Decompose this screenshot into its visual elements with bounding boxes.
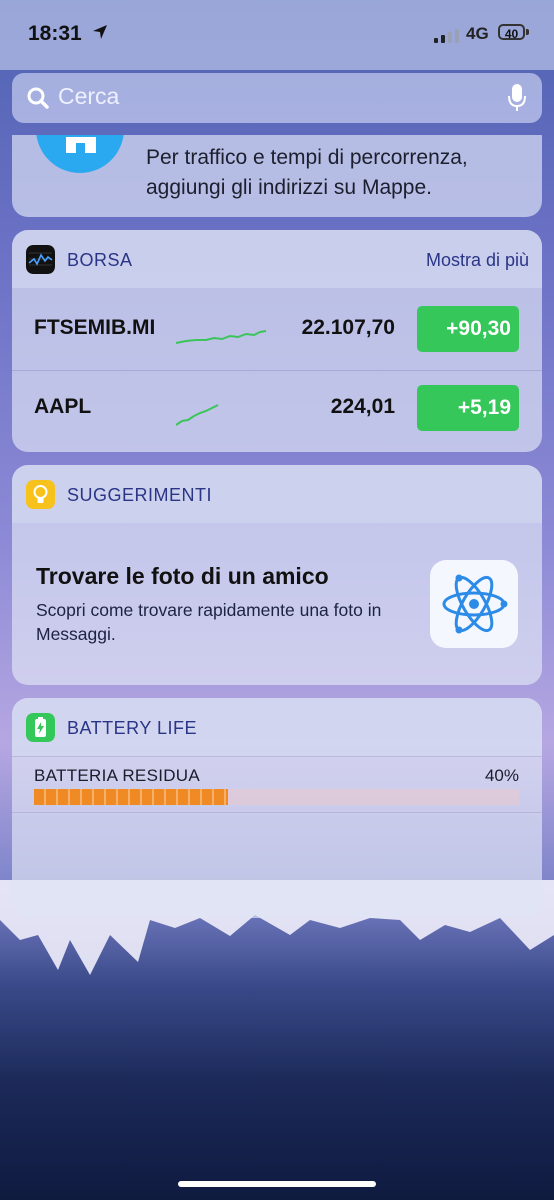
location-arrow-icon (93, 25, 107, 39)
maps-message: Per traffico e tempi di percorrenza, agg… (146, 146, 468, 199)
stock-change-badge[interactable]: +5,19 (417, 385, 519, 431)
lightbulb-icon (26, 480, 55, 509)
battery-progress-fill (34, 789, 228, 805)
battery-indicator: 40 (498, 24, 525, 41)
home-indicator[interactable] (178, 1181, 376, 1187)
stock-row-aapl[interactable]: AAPL 224,01 +5,19 (12, 371, 542, 449)
show-more-link[interactable]: Mostra di più (426, 250, 529, 271)
stock-price: 22.107,70 (301, 316, 395, 339)
search-input[interactable]: Cerca (58, 83, 119, 110)
stock-sparkline (176, 404, 219, 426)
stocks-header: BORSA Mostra di più (12, 230, 542, 288)
battery-life-widget[interactable]: BATTERY LIFE BATTERIA RESIDUA 40% (12, 698, 542, 918)
signal-bars-icon (434, 29, 459, 43)
battery-app-icon (26, 713, 55, 742)
status-bar: 18:31 4G 40 (0, 0, 554, 70)
battery-nub (526, 29, 529, 35)
microphone-icon[interactable] (508, 84, 526, 112)
tip-heading: Trovare le foto di un amico (36, 563, 329, 589)
stock-change-badge[interactable]: +90,30 (417, 306, 519, 352)
search-bar[interactable]: Cerca (12, 73, 542, 123)
stocks-title: BORSA (67, 250, 133, 270)
stock-symbol: AAPL (34, 395, 92, 418)
atom-icon (430, 560, 518, 648)
battery-percentage: 40% (484, 766, 519, 785)
battery-remaining-label: BATTERIA RESIDUA (34, 766, 201, 785)
network-type: 4G (466, 24, 489, 43)
stock-row-ftsemib[interactable]: FTSEMIB.MI 22.107,70 +90,30 (12, 292, 542, 371)
search-icon (27, 87, 49, 109)
tips-header: SUGGERIMENTI (12, 465, 542, 523)
stock-price: 224,01 (330, 395, 395, 418)
stocks-app-icon (26, 245, 55, 274)
maps-widget[interactable]: Per traffico e tempi di percorrenza, agg… (12, 135, 542, 217)
tip-body: Scopri come trovare rapidamente una foto… (36, 600, 382, 644)
status-time: 18:31 (28, 22, 82, 45)
stocks-widget[interactable]: BORSA Mostra di più FTSEMIB.MI 22.107,70… (12, 230, 542, 452)
maps-home-icon (36, 135, 124, 173)
divider (12, 756, 542, 757)
stock-symbol: FTSEMIB.MI (34, 316, 156, 339)
tips-widget[interactable]: SUGGERIMENTI Trovare le foto di un amico… (12, 465, 542, 685)
battery-life-header: BATTERY LIFE (12, 698, 542, 756)
stock-sparkline (176, 330, 267, 344)
battery-life-title: BATTERY LIFE (67, 718, 198, 738)
tips-title: SUGGERIMENTI (67, 485, 213, 505)
divider (12, 812, 542, 813)
battery-progress-track (34, 789, 519, 805)
